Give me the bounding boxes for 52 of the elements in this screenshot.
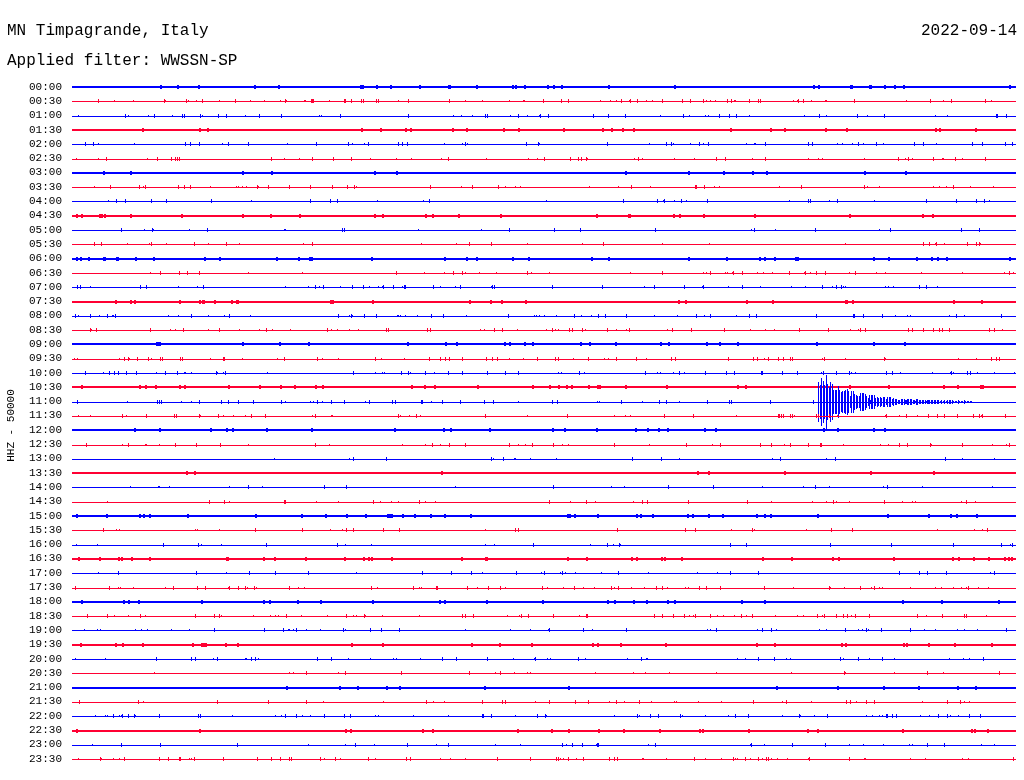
time-label: 15:00	[28, 508, 62, 524]
time-label: 18:30	[28, 609, 62, 624]
time-label: 18:00	[28, 594, 62, 609]
time-label: 19:00	[28, 623, 62, 638]
time-label: 22:30	[28, 723, 62, 738]
time-label: 17:00	[28, 566, 62, 581]
time-label: 14:30	[28, 494, 62, 509]
time-label: 15:30	[28, 523, 62, 538]
time-label: 20:00	[28, 651, 62, 667]
time-label: 23:30	[28, 751, 62, 767]
time-label: 14:00	[28, 480, 62, 495]
time-label: 13:00	[28, 451, 62, 466]
time-label: 05:00	[28, 222, 62, 238]
axis-label: HHZ - 50000	[5, 388, 17, 462]
time-label: 00:30	[28, 94, 62, 109]
time-label: 10:30	[28, 380, 62, 395]
time-label: 10:00	[28, 365, 62, 381]
time-label: 19:30	[28, 637, 62, 652]
time-label: 03:00	[28, 165, 62, 181]
time-label: 08:00	[28, 308, 62, 324]
time-label: 16:30	[28, 551, 62, 567]
date-title: 2022-09-14	[921, 23, 1017, 39]
time-label: 17:30	[28, 580, 62, 595]
time-label: 09:00	[28, 337, 62, 352]
time-label: 21:00	[28, 680, 62, 695]
time-label: 04:30	[28, 208, 62, 223]
station-title: MN Timpagrande, Italy	[7, 23, 209, 39]
time-label: 00:00	[28, 80, 62, 95]
time-label: 01:30	[28, 122, 62, 138]
time-label: 11:00	[28, 394, 62, 409]
time-label: 04:00	[28, 194, 62, 209]
time-label: 08:30	[28, 323, 62, 338]
time-label: 13:30	[28, 466, 62, 481]
time-label: 11:30	[28, 408, 62, 424]
time-label: 06:30	[28, 265, 62, 281]
time-label: 12:00	[28, 423, 62, 438]
time-label: 02:00	[28, 137, 62, 152]
time-label: 16:00	[28, 537, 62, 552]
time-label: 21:30	[28, 694, 62, 710]
time-label: 20:30	[28, 666, 62, 681]
time-label: 23:00	[28, 737, 62, 752]
time-label: 22:00	[28, 709, 62, 724]
time-label: 01:00	[28, 108, 62, 123]
time-label: 09:30	[28, 351, 62, 366]
time-label: 12:30	[28, 437, 62, 452]
filter-label: Applied filter: WWSSN-SP	[7, 53, 238, 69]
time-label: 03:30	[28, 180, 62, 195]
time-label: 05:30	[28, 237, 62, 252]
time-label: 02:30	[28, 151, 62, 166]
time-label: 06:00	[28, 251, 62, 266]
time-label: 07:00	[28, 280, 62, 295]
time-label: 07:30	[28, 294, 62, 309]
